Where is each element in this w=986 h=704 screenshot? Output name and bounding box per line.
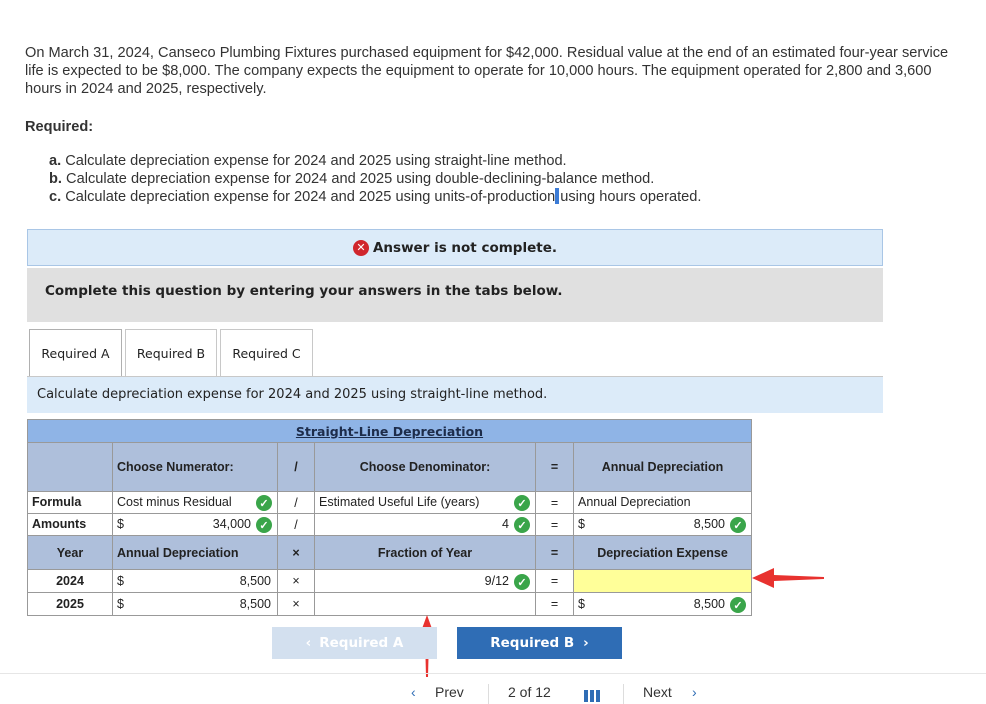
formula-label: Formula <box>27 491 113 514</box>
check-icon: ✓ <box>514 495 530 511</box>
denominator-amount-input[interactable]: 4 ✓ <box>314 513 536 536</box>
text-cursor <box>555 188 560 204</box>
fraction-2025-input[interactable] <box>314 592 536 616</box>
numerator-select[interactable]: Cost minus Residual ✓ <box>112 491 278 514</box>
year-header: Year <box>27 535 113 570</box>
tab-description: Calculate depreciation expense for 2024 … <box>27 377 883 413</box>
tab-required-b[interactable]: Required B <box>125 329 217 377</box>
depreciation-expense-header: Depreciation Expense <box>573 535 752 570</box>
tab-required-c[interactable]: Required C <box>220 329 313 377</box>
next-required-button[interactable]: Required B › <box>457 627 622 659</box>
grid-icon[interactable] <box>584 690 600 702</box>
expense-2025-input[interactable]: $ 8,500 ✓ <box>573 592 752 616</box>
answer-status-banner: ✕ Answer is not complete. <box>27 229 883 266</box>
footer-divider <box>0 673 986 674</box>
check-icon: ✓ <box>514 574 530 590</box>
prev-page-chevron-icon[interactable]: ‹ <box>411 684 416 700</box>
denominator-header: Choose Denominator: <box>314 442 536 492</box>
fraction-header: Fraction of Year <box>314 535 536 570</box>
problem-text: On March 31, 2024, Canseco Plumbing Fixt… <box>25 45 949 97</box>
annual-2024-value: $ 8,500 <box>112 569 278 593</box>
tab-required-a[interactable]: Required A <box>29 329 122 377</box>
table-title: Straight-Line Depreciation <box>295 423 484 439</box>
annual-depreciation-header: Annual Depreciation <box>112 535 278 570</box>
divide-header: / <box>277 442 315 492</box>
check-icon: ✓ <box>256 517 272 533</box>
denominator-select[interactable]: Estimated Useful Life (years) ✓ <box>314 491 536 514</box>
requirement-c: c. Calculate depreciation expense for 20… <box>49 188 702 205</box>
result-header: Annual Depreciation <box>573 442 752 492</box>
annual-2025-value: $ 8,500 <box>112 592 278 616</box>
check-icon: ✓ <box>730 597 746 613</box>
requirements-list: a. Calculate depreciation expense for 20… <box>49 152 701 206</box>
formula-result: Annual Depreciation <box>573 491 752 514</box>
x-circle-icon: ✕ <box>352 239 369 256</box>
straight-line-table: Straight-Line Depreciation Choose Numera… <box>27 419 752 616</box>
previous-required-button[interactable]: ‹ Required A <box>272 627 437 659</box>
page-indicator: 2 of 12 <box>508 684 551 700</box>
annual-depreciation-input[interactable]: $ 8,500 ✓ <box>573 513 752 536</box>
next-page-button[interactable]: Next <box>643 684 672 700</box>
check-icon: ✓ <box>514 517 530 533</box>
requirement-a: a. Calculate depreciation expense for 20… <box>49 153 567 169</box>
check-icon: ✓ <box>256 495 272 511</box>
numerator-header: Choose Numerator: <box>112 442 278 492</box>
equals-header: = <box>535 442 574 492</box>
expense-2024-input[interactable] <box>573 569 752 593</box>
check-icon: ✓ <box>730 517 746 533</box>
year-2024: 2024 <box>27 569 113 593</box>
tab-bar: Required A Required B Required C <box>29 329 316 377</box>
fraction-2024-input[interactable]: 9/12 ✓ <box>314 569 536 593</box>
next-page-chevron-icon[interactable]: › <box>692 684 697 700</box>
red-arrow-left-icon <box>752 568 824 588</box>
year-2025: 2025 <box>27 592 113 616</box>
requirement-b: b. Calculate depreciation expense for 20… <box>49 171 655 187</box>
instruction-bar: Complete this question by entering your … <box>27 268 883 322</box>
required-heading: Required: <box>25 119 94 135</box>
numerator-amount-input[interactable]: $ 34,000 ✓ <box>112 513 278 536</box>
prev-page-button[interactable]: Prev <box>435 684 464 700</box>
amounts-label: Amounts <box>27 513 113 536</box>
